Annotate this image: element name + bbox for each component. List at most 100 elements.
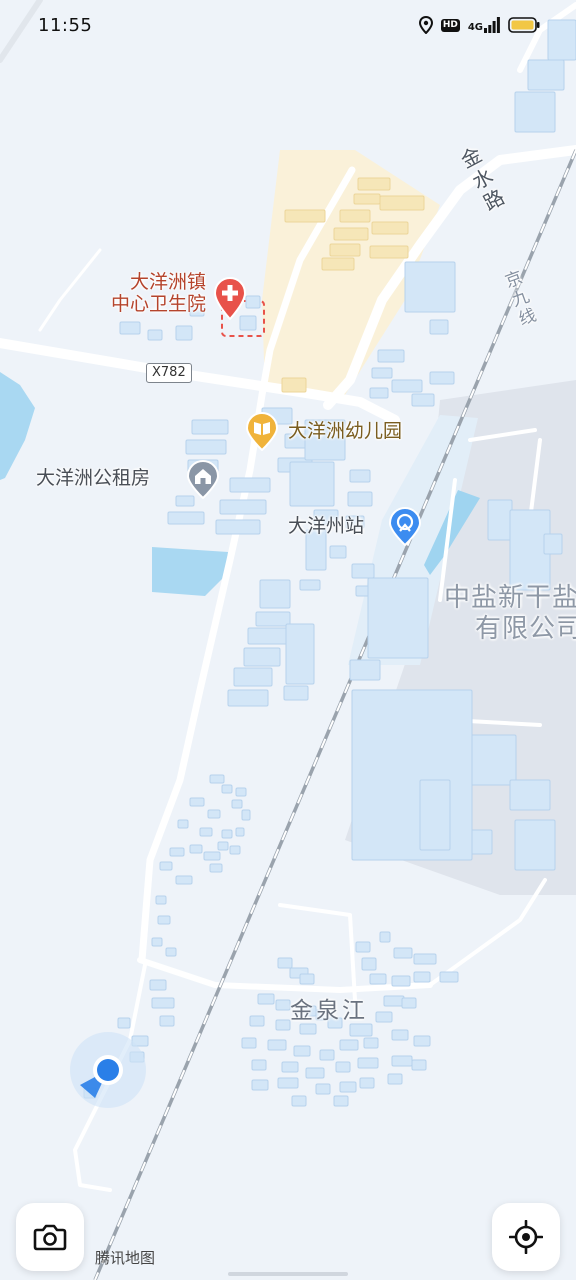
building bbox=[209, 774, 225, 784]
building bbox=[167, 511, 205, 525]
building bbox=[391, 1055, 413, 1067]
building bbox=[229, 845, 241, 855]
building bbox=[543, 533, 563, 555]
building bbox=[375, 1011, 393, 1023]
building bbox=[369, 245, 409, 259]
building bbox=[189, 797, 205, 807]
building bbox=[151, 997, 175, 1009]
building bbox=[299, 579, 321, 591]
home-indicator[interactable] bbox=[228, 1272, 348, 1276]
building bbox=[404, 261, 456, 313]
building bbox=[227, 689, 269, 707]
building bbox=[203, 851, 221, 861]
building bbox=[305, 1067, 325, 1079]
road-shield-x782: X782 bbox=[146, 363, 192, 383]
building bbox=[357, 177, 391, 191]
road-east-village bbox=[428, 878, 547, 987]
building bbox=[157, 915, 171, 925]
building bbox=[391, 1029, 409, 1041]
camera-button[interactable] bbox=[16, 1203, 84, 1271]
building bbox=[349, 659, 381, 681]
building bbox=[257, 993, 275, 1005]
building bbox=[209, 863, 223, 873]
building bbox=[289, 461, 335, 507]
building bbox=[229, 477, 271, 493]
building bbox=[251, 1079, 269, 1091]
building bbox=[219, 499, 267, 515]
hospital-cross-icon bbox=[213, 276, 247, 320]
housing-icon bbox=[186, 459, 220, 499]
building bbox=[359, 1077, 375, 1089]
building bbox=[387, 1073, 403, 1085]
building bbox=[413, 1035, 431, 1047]
building bbox=[371, 367, 393, 379]
building bbox=[319, 1049, 335, 1061]
station-label: 大洋州站 bbox=[288, 515, 365, 537]
status-bar: 11:55 HD 4G bbox=[0, 0, 576, 50]
train-station-icon bbox=[388, 506, 422, 546]
village-label[interactable]: 金泉江 bbox=[290, 998, 368, 1024]
building bbox=[169, 847, 185, 857]
building bbox=[177, 819, 189, 829]
building bbox=[221, 784, 233, 794]
building bbox=[249, 1015, 265, 1027]
locate-crosshair-icon bbox=[509, 1220, 543, 1254]
building bbox=[377, 349, 405, 363]
user-location[interactable] bbox=[70, 1032, 146, 1108]
building bbox=[215, 519, 261, 535]
building bbox=[155, 895, 167, 905]
building bbox=[285, 623, 315, 685]
building bbox=[361, 957, 377, 971]
building bbox=[299, 973, 315, 985]
building bbox=[277, 1077, 299, 1089]
building bbox=[299, 1023, 317, 1035]
building bbox=[413, 971, 431, 983]
lake-west bbox=[0, 372, 35, 480]
building bbox=[251, 1059, 267, 1071]
company-label[interactable]: 中盐新干盐 有限公司 bbox=[444, 583, 576, 644]
building bbox=[207, 809, 221, 819]
building bbox=[393, 947, 413, 959]
building bbox=[159, 1015, 175, 1027]
building bbox=[379, 195, 425, 211]
building bbox=[514, 819, 556, 871]
building bbox=[527, 59, 565, 91]
rental-housing-label: 大洋洲公租房 bbox=[36, 467, 151, 489]
building bbox=[351, 563, 375, 579]
building bbox=[369, 387, 389, 399]
building bbox=[339, 1039, 359, 1051]
building bbox=[281, 377, 307, 393]
building bbox=[293, 1045, 311, 1057]
building bbox=[411, 393, 435, 407]
building bbox=[284, 209, 326, 223]
locate-button[interactable] bbox=[492, 1203, 560, 1271]
hospital-label: 大洋洲镇 中心卫生院 bbox=[86, 271, 206, 316]
hospital-name-line2: 中心卫生院 bbox=[110, 292, 206, 315]
building bbox=[339, 1081, 357, 1093]
building bbox=[185, 439, 227, 455]
building bbox=[321, 257, 355, 271]
building bbox=[363, 1037, 379, 1049]
building bbox=[241, 809, 251, 821]
pond bbox=[152, 547, 228, 596]
building bbox=[353, 193, 381, 205]
building bbox=[347, 491, 373, 507]
network-label: 4G bbox=[467, 22, 483, 33]
building bbox=[175, 875, 193, 885]
signal-4g-icon: 4G bbox=[468, 17, 500, 33]
building bbox=[351, 689, 473, 861]
building bbox=[199, 827, 213, 837]
building bbox=[231, 799, 243, 809]
building bbox=[514, 91, 556, 133]
building bbox=[267, 1039, 287, 1051]
building bbox=[217, 841, 229, 851]
building bbox=[235, 787, 247, 797]
building bbox=[357, 1057, 379, 1069]
status-icons: HD 4G bbox=[418, 16, 540, 34]
battery-icon bbox=[508, 17, 540, 33]
building bbox=[149, 979, 167, 991]
building bbox=[117, 1017, 131, 1029]
building bbox=[147, 329, 163, 341]
building bbox=[355, 941, 371, 953]
building bbox=[159, 861, 173, 871]
